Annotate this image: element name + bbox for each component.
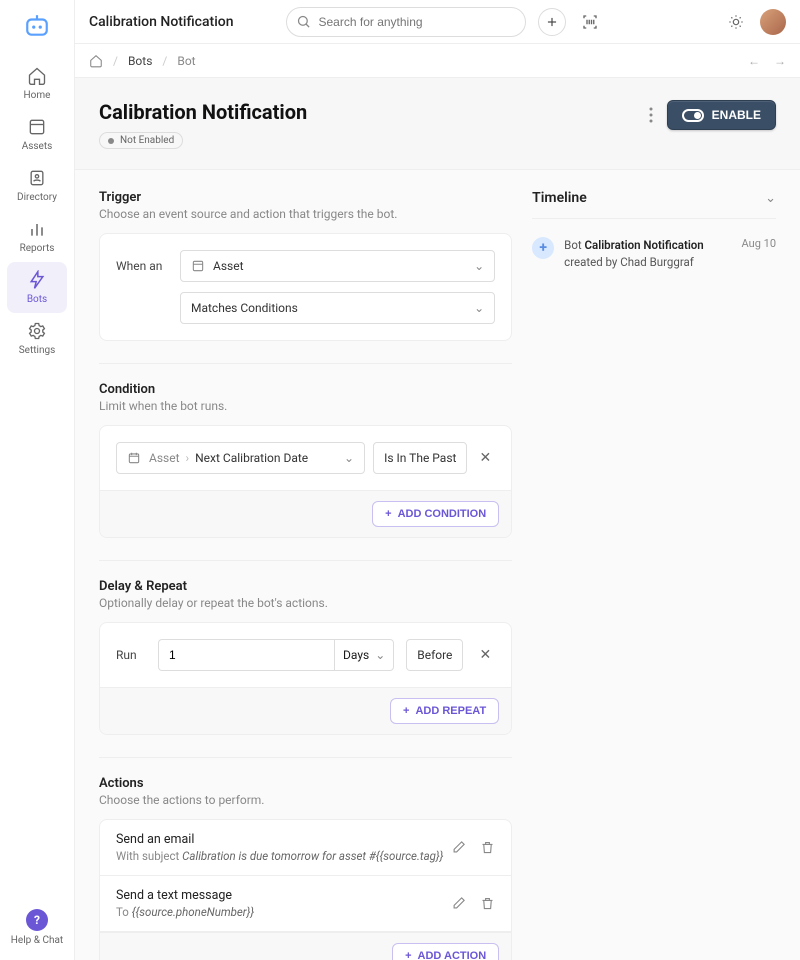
asset-icon	[191, 259, 205, 273]
remove-delay[interactable]: ✕	[475, 648, 495, 662]
page-title: Calibration Notification	[99, 100, 307, 124]
home-crumb-icon[interactable]	[89, 54, 103, 68]
action-row: Send an email With subject Calibration i…	[100, 820, 511, 876]
add-condition-button[interactable]: + ADD CONDITION	[372, 501, 499, 527]
condition-section: Condition Limit when the bot runs. Asse	[99, 382, 512, 538]
trash-icon	[480, 896, 495, 911]
delay-value-input[interactable]	[158, 639, 334, 671]
search	[286, 7, 526, 37]
timeline-entry: + Bot Calibration Notification created b…	[532, 237, 776, 272]
pencil-icon	[451, 840, 466, 855]
when-label: When an	[116, 259, 170, 273]
actions-section: Actions Choose the actions to perform. S…	[99, 776, 512, 960]
home-icon	[27, 66, 47, 86]
trigger-source-select[interactable]: Asset ⌄	[180, 250, 495, 282]
theme-toggle[interactable]	[724, 10, 748, 34]
plus-icon: +	[385, 508, 391, 520]
edit-action[interactable]	[451, 840, 466, 855]
breadcrumb: / Bots / Bot ← →	[75, 44, 800, 78]
plus-icon	[545, 15, 559, 29]
bolt-icon	[27, 270, 47, 290]
directory-icon	[27, 168, 47, 188]
status-badge: Not Enabled	[99, 132, 183, 149]
sidebar: Home Assets Directory Reports Bots Setti…	[0, 0, 75, 960]
action-row: Send a text message To {{source.phoneNum…	[100, 876, 511, 932]
crumb-current: Bot	[177, 54, 195, 68]
chevron-down-icon: ⌄	[765, 191, 776, 206]
reports-icon	[27, 219, 47, 239]
nav-back[interactable]: ←	[748, 54, 760, 68]
search-icon	[296, 14, 311, 29]
plus-icon: +	[405, 950, 411, 960]
gear-icon	[27, 321, 47, 341]
search-input[interactable]	[286, 7, 526, 37]
delete-action[interactable]	[480, 896, 495, 911]
sun-icon	[728, 14, 744, 30]
delay-section: Delay & Repeat Optionally delay or repea…	[99, 579, 512, 735]
trigger-action-select[interactable]: Matches Conditions ⌄	[180, 292, 495, 324]
nav-directory[interactable]: Directory	[7, 160, 67, 211]
trigger-section: Trigger Choose an event source and actio…	[99, 190, 512, 341]
chevron-down-icon: ⌄	[344, 451, 354, 465]
toggle-icon	[682, 109, 704, 122]
delay-unit-select[interactable]: Days ⌄	[334, 639, 394, 671]
user-avatar[interactable]	[760, 9, 786, 35]
pencil-icon	[451, 896, 466, 911]
help-chat[interactable]: ? Help & Chat	[11, 909, 63, 960]
timeline-header[interactable]: Timeline ⌄	[532, 190, 776, 206]
edit-action[interactable]	[451, 896, 466, 911]
nav-home[interactable]: Home	[7, 58, 67, 109]
calendar-icon	[127, 451, 141, 465]
nav-bots[interactable]: Bots	[7, 262, 67, 313]
page-header: Calibration Notification Not Enabled ENA…	[75, 78, 800, 170]
add-action-button[interactable]: + ADD ACTION	[392, 943, 499, 960]
help-icon: ?	[26, 909, 48, 931]
topbar-title: Calibration Notification	[89, 14, 234, 30]
condition-operator[interactable]: Is In The Past	[373, 442, 467, 474]
chevron-down-icon: ⌄	[474, 259, 484, 273]
scan-icon	[581, 13, 599, 31]
nav-forward[interactable]: →	[774, 54, 786, 68]
add-repeat-button[interactable]: + ADD REPEAT	[390, 698, 499, 724]
assets-icon	[27, 117, 47, 137]
chevron-down-icon: ⌄	[375, 648, 385, 662]
delay-direction[interactable]: Before	[406, 639, 463, 671]
nav-settings[interactable]: Settings	[7, 313, 67, 364]
run-label: Run	[116, 648, 146, 662]
delete-action[interactable]	[480, 840, 495, 855]
chevron-down-icon: ⌄	[474, 301, 484, 315]
enable-button[interactable]: ENABLE	[667, 100, 776, 130]
plus-icon: +	[403, 705, 409, 717]
nav-assets[interactable]: Assets	[7, 109, 67, 160]
crumb-bots[interactable]: Bots	[128, 54, 152, 68]
timeline-date: Aug 10	[742, 237, 776, 250]
more-menu[interactable]	[645, 103, 657, 127]
topbar: Calibration Notification	[75, 0, 800, 44]
kebab-icon	[649, 107, 653, 123]
condition-field-select[interactable]: Asset › Next Calibration Date ⌄	[116, 442, 365, 474]
app-logo[interactable]	[23, 12, 51, 40]
plus-icon: +	[532, 237, 554, 259]
status-dot-icon	[108, 138, 114, 144]
add-button[interactable]	[538, 8, 566, 36]
remove-condition[interactable]: ✕	[475, 451, 495, 465]
nav-reports[interactable]: Reports	[7, 211, 67, 262]
trash-icon	[480, 840, 495, 855]
scan-button[interactable]	[578, 10, 602, 34]
